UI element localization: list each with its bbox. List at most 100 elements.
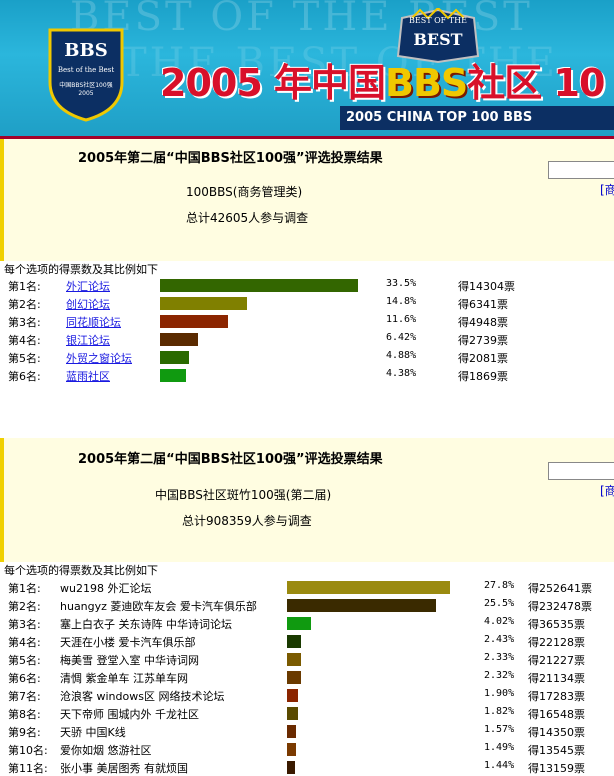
poll1-total: 总计42605人参与调查 bbox=[186, 211, 309, 225]
result-row: 第3名: 同花顺论坛 11.6% 得4948票 bbox=[0, 312, 614, 330]
poll1-caption: 每个选项的得票数及其比例如下 bbox=[4, 263, 158, 276]
logo-line2: 中国BBS社区100强 bbox=[59, 82, 113, 89]
result-percent: 4.02% bbox=[484, 616, 515, 627]
result-votes: 得1869票 bbox=[458, 370, 508, 383]
result-row: 第4名: 银江论坛 6.42% 得2739票 bbox=[0, 330, 614, 348]
moderator-name: 天涯在小楼 爱卡汽车俱乐部 bbox=[60, 636, 196, 649]
banner: BEST OF THE BEST THE BEST OF THE BBS Bes… bbox=[0, 0, 614, 139]
result-votes: 得14350票 bbox=[528, 726, 585, 739]
result-percent: 1.82% bbox=[484, 706, 515, 717]
result-votes: 得2739票 bbox=[458, 334, 508, 347]
forum-link[interactable]: 同花顺论坛 bbox=[66, 314, 121, 330]
result-votes: 得36535票 bbox=[528, 618, 585, 631]
result-percent: 6.42% bbox=[386, 332, 417, 343]
poll1-title: 2005年第二届“中国BBS社区100强”评选投票结果 bbox=[78, 151, 383, 166]
result-row: 第8名: 天下帝师 围城内外 千龙社区 1.82% 得16548票 bbox=[0, 704, 614, 722]
result-votes: 得13545票 bbox=[528, 744, 585, 757]
result-rank: 第3名: bbox=[8, 316, 41, 329]
result-rank: 第6名: bbox=[8, 672, 41, 685]
result-row: 第6名: 蓝雨社区 4.38% 得1869票 bbox=[0, 366, 614, 384]
banner-subline: 2005 CHINA TOP 100 BBS bbox=[340, 106, 614, 130]
moderator-name: 天骄 中国K线 bbox=[60, 726, 126, 739]
moderator-name: 爱你如烟 悠游社区 bbox=[60, 744, 152, 757]
result-percent: 33.5% bbox=[386, 278, 417, 289]
result-percent: 4.88% bbox=[386, 350, 417, 361]
result-rank: 第4名: bbox=[8, 636, 41, 649]
result-votes: 得252641票 bbox=[528, 582, 592, 595]
result-votes: 得232478票 bbox=[528, 600, 592, 613]
poll1-category-link[interactable]: [商 bbox=[600, 181, 614, 198]
moderator-name: 塞上白衣子 关东诗阵 中华诗词论坛 bbox=[60, 618, 232, 631]
forum-link[interactable]: 外汇论坛 bbox=[66, 278, 110, 294]
moderator-name: wu2198 外汇论坛 bbox=[60, 582, 152, 595]
result-row: 第1名: wu2198 外汇论坛 27.8% 得252641票 bbox=[0, 578, 614, 596]
result-percent: 1.49% bbox=[484, 742, 515, 753]
poll2-category: 中国BBS社区斑竹100强(第二届) bbox=[155, 488, 332, 502]
result-percent: 11.6% bbox=[386, 314, 417, 325]
result-rank: 第4名: bbox=[8, 334, 41, 347]
result-rank: 第9名: bbox=[8, 726, 41, 739]
result-rank: 第2名: bbox=[8, 298, 41, 311]
poll1-category: 100BBS(商务管理类) bbox=[186, 185, 303, 199]
poll1-header-panel: 2005年第二届“中国BBS社区100强”评选投票结果 100BBS(商务管理类… bbox=[0, 139, 614, 276]
poll2-category-link[interactable]: [商 bbox=[600, 482, 614, 499]
result-rank: 第1名: bbox=[8, 280, 41, 293]
banner-headline: 2005 年中国BBS社区 10 bbox=[160, 61, 605, 105]
result-percent: 25.5% bbox=[484, 598, 515, 609]
result-row: 第7名: 沧浪客 windows区 网络技术论坛 1.90% 得17283票 bbox=[0, 686, 614, 704]
result-row: 第2名: huangyz 菱迪欧车友会 爱卡汽车俱乐部 25.5% 得232478票 bbox=[0, 596, 614, 614]
moderator-name: 张小事 美居图秀 有就烦国 bbox=[60, 762, 188, 775]
poll2-search-input[interactable] bbox=[548, 462, 614, 480]
logo-title: BBS bbox=[64, 40, 108, 61]
result-percent: 1.44% bbox=[484, 760, 515, 771]
result-bar bbox=[287, 617, 311, 630]
result-rank: 第5名: bbox=[8, 352, 41, 365]
result-bar bbox=[160, 333, 198, 346]
result-rank: 第1名: bbox=[8, 582, 41, 595]
result-votes: 得4948票 bbox=[458, 316, 508, 329]
result-rank: 第6名: bbox=[8, 370, 41, 383]
result-bar bbox=[160, 369, 186, 382]
result-rank: 第10名: bbox=[8, 744, 48, 757]
result-row: 第6名: 清惆 紫金单车 江苏单车网 2.32% 得21134票 bbox=[0, 668, 614, 686]
result-row: 第5名: 外贸之窗论坛 4.88% 得2081票 bbox=[0, 348, 614, 366]
poll2-header-panel: 2005年第二届“中国BBS社区100强”评选投票结果 中国BBS社区斑竹100… bbox=[0, 438, 614, 577]
forum-link[interactable]: 外贸之窗论坛 bbox=[66, 350, 132, 366]
result-rank: 第11名: bbox=[8, 762, 48, 775]
result-votes: 得2081票 bbox=[458, 352, 508, 365]
moderator-name: 梅美雪 登堂入室 中华诗词网 bbox=[60, 654, 199, 667]
forum-link[interactable]: 创幻论坛 bbox=[66, 296, 110, 312]
result-row: 第10名: 爱你如烟 悠游社区 1.49% 得13545票 bbox=[0, 740, 614, 758]
result-votes: 得21134票 bbox=[528, 672, 585, 685]
moderator-name: 清惆 紫金单车 江苏单车网 bbox=[60, 672, 188, 685]
result-votes: 得22128票 bbox=[528, 636, 585, 649]
result-rank: 第8名: bbox=[8, 708, 41, 721]
poll1-search-input[interactable] bbox=[548, 161, 614, 179]
result-bar bbox=[287, 689, 299, 702]
result-bar bbox=[287, 599, 437, 612]
result-bar bbox=[287, 725, 297, 738]
poll1-results: 第1名: 外汇论坛 33.5% 得14304票 第2名: 创幻论坛 14.8% 得6341票第… bbox=[0, 276, 614, 390]
result-rank: 第2名: bbox=[8, 600, 41, 613]
forum-link[interactable]: 蓝雨社区 bbox=[66, 368, 110, 384]
result-percent: 27.8% bbox=[484, 580, 515, 591]
badge-main-text: BEST bbox=[413, 30, 463, 49]
result-bar bbox=[287, 743, 296, 756]
result-bar bbox=[160, 297, 248, 310]
result-votes: 得14304票 bbox=[458, 280, 515, 293]
forum-link[interactable]: 银江论坛 bbox=[66, 332, 110, 348]
result-votes: 得17283票 bbox=[528, 690, 585, 703]
result-percent: 2.32% bbox=[484, 670, 515, 681]
result-row: 第4名: 天涯在小楼 爱卡汽车俱乐部 2.43% 得22128票 bbox=[0, 632, 614, 650]
result-row: 第5名: 梅美雪 登堂入室 中华诗词网 2.33% 得21227票 bbox=[0, 650, 614, 668]
result-bar bbox=[287, 653, 301, 666]
result-percent: 4.38% bbox=[386, 368, 417, 379]
result-row: 第1名: 外汇论坛 33.5% 得14304票 bbox=[0, 276, 614, 294]
poll2-total: 总计908359人参与调查 bbox=[182, 514, 312, 528]
result-row: 第9名: 天骄 中国K线 1.57% 得14350票 bbox=[0, 722, 614, 740]
logo-line1: Best of the Best bbox=[57, 66, 115, 74]
result-rank: 第5名: bbox=[8, 654, 41, 667]
result-bar bbox=[160, 279, 358, 292]
result-votes: 得21227票 bbox=[528, 654, 585, 667]
result-row: 第2名: 创幻论坛 14.8% 得6341票 bbox=[0, 294, 614, 312]
